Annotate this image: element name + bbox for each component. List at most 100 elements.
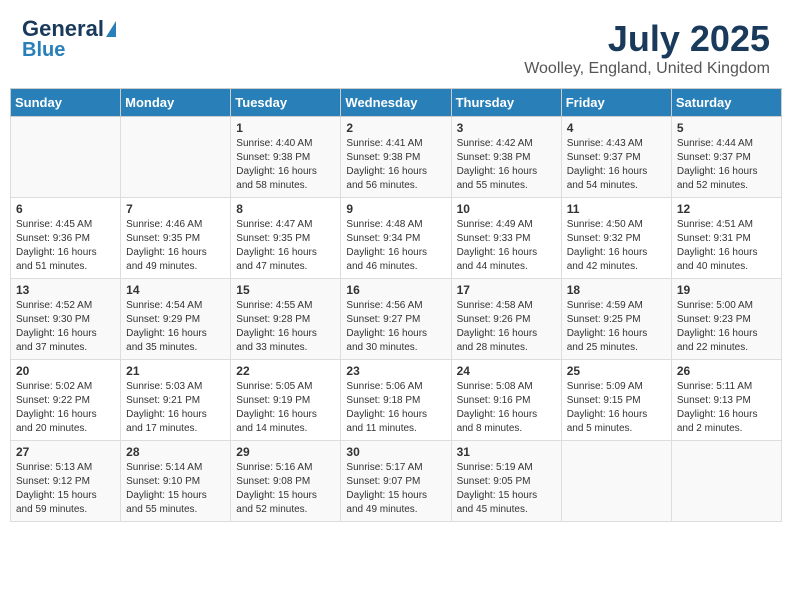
calendar-cell: 24 Sunrise: 5:08 AM Sunset: 9:16 PM Dayli…: [451, 360, 561, 441]
calendar-cell: 23Sunrise: 5:06 AM Sunset: 9:18 PM Dayli…: [341, 360, 451, 441]
calendar-subtitle: Woolley, England, United Kingdom: [524, 60, 770, 78]
calendar-cell: [561, 441, 671, 522]
day-info: Sunrise: 4:52 AM Sunset: 9:30 PM Dayligh…: [16, 299, 115, 355]
day-number: 26: [677, 364, 776, 378]
day-number: 2: [346, 121, 445, 135]
day-number: 14: [126, 283, 225, 297]
calendar-cell: 27Sunrise: 5:13 AM Sunset: 9:12 PM Dayli…: [11, 441, 121, 522]
calendar-cell: 14 Sunrise: 4:54 AM Sunset: 9:29 PM Dayli…: [121, 279, 231, 360]
calendar-cell: [11, 117, 121, 198]
calendar-day-header: Sunday: [11, 89, 121, 117]
day-info: Sunrise: 5:03 AM Sunset: 9:21 PM Dayligh…: [126, 380, 225, 436]
day-number: 11: [567, 202, 666, 216]
day-number: 31: [457, 445, 556, 459]
calendar-cell: 21Sunrise: 5:03 AM Sunset: 9:21 PM Dayli…: [121, 360, 231, 441]
calendar-cell: 13 Sunrise: 4:52 AM Sunset: 9:30 PM Dayli…: [11, 279, 121, 360]
day-info: Sunrise: 4:48 AM Sunset: 9:34 PM Dayligh…: [346, 218, 445, 274]
day-info: Sunrise: 4:50 AM Sunset: 9:32 PM Dayligh…: [567, 218, 666, 274]
calendar-cell: 17Sunrise: 4:58 AM Sunset: 9:26 PM Dayli…: [451, 279, 561, 360]
day-info: Sunrise: 4:44 AM Sunset: 9:37 PM Dayligh…: [677, 137, 776, 193]
day-info: Sunrise: 4:49 AM Sunset: 9:33 PM Dayligh…: [457, 218, 556, 274]
day-info: Sunrise: 4:40 AM Sunset: 9:38 PM Dayligh…: [236, 137, 335, 193]
day-number: 8: [236, 202, 335, 216]
calendar-cell: 25 Sunrise: 5:09 AM Sunset: 9:15 PM Dayli…: [561, 360, 671, 441]
calendar-cell: 1 Sunrise: 4:40 AM Sunset: 9:38 PM Daylig…: [231, 117, 341, 198]
day-info: Sunrise: 4:47 AM Sunset: 9:35 PM Dayligh…: [236, 218, 335, 274]
calendar-title: July 2025: [524, 18, 770, 60]
day-number: 6: [16, 202, 115, 216]
day-info: Sunrise: 5:09 AM Sunset: 9:15 PM Dayligh…: [567, 380, 666, 436]
calendar-cell: 22 Sunrise: 5:05 AM Sunset: 9:19 PM Dayli…: [231, 360, 341, 441]
day-info: Sunrise: 5:05 AM Sunset: 9:19 PM Dayligh…: [236, 380, 335, 436]
day-number: 24: [457, 364, 556, 378]
calendar-body: 1 Sunrise: 4:40 AM Sunset: 9:38 PM Daylig…: [11, 117, 782, 522]
calendar-cell: 16Sunrise: 4:56 AM Sunset: 9:27 PM Dayli…: [341, 279, 451, 360]
calendar-day-header: Thursday: [451, 89, 561, 117]
logo-triangle-icon: [106, 21, 116, 37]
day-info: Sunrise: 4:54 AM Sunset: 9:29 PM Dayligh…: [126, 299, 225, 355]
day-info: Sunrise: 5:13 AM Sunset: 9:12 PM Dayligh…: [16, 461, 115, 517]
day-info: Sunrise: 4:51 AM Sunset: 9:31 PM Dayligh…: [677, 218, 776, 274]
calendar-cell: 5 Sunrise: 4:44 AM Sunset: 9:37 PM Daylig…: [671, 117, 781, 198]
calendar-cell: 4 Sunrise: 4:43 AM Sunset: 9:37 PM Daylig…: [561, 117, 671, 198]
day-info: Sunrise: 4:41 AM Sunset: 9:38 PM Dayligh…: [346, 137, 445, 193]
calendar-day-header: Wednesday: [341, 89, 451, 117]
day-number: 28: [126, 445, 225, 459]
day-info: Sunrise: 5:19 AM Sunset: 9:05 PM Dayligh…: [457, 461, 556, 517]
day-number: 18: [567, 283, 666, 297]
logo: General Blue: [22, 18, 116, 60]
calendar-cell: 31 Sunrise: 5:19 AM Sunset: 9:05 PM Dayli…: [451, 441, 561, 522]
day-number: 7: [126, 202, 225, 216]
day-number: 3: [457, 121, 556, 135]
day-number: 1: [236, 121, 335, 135]
calendar-cell: 28 Sunrise: 5:14 AM Sunset: 9:10 PM Dayli…: [121, 441, 231, 522]
day-info: Sunrise: 5:17 AM Sunset: 9:07 PM Dayligh…: [346, 461, 445, 517]
day-info: Sunrise: 4:45 AM Sunset: 9:36 PM Dayligh…: [16, 218, 115, 274]
calendar-header-row: SundayMondayTuesdayWednesdayThursdayFrid…: [11, 89, 782, 117]
day-number: 22: [236, 364, 335, 378]
day-number: 30: [346, 445, 445, 459]
day-number: 12: [677, 202, 776, 216]
calendar-cell: 9 Sunrise: 4:48 AM Sunset: 9:34 PM Daylig…: [341, 198, 451, 279]
day-info: Sunrise: 5:16 AM Sunset: 9:08 PM Dayligh…: [236, 461, 335, 517]
day-info: Sunrise: 4:42 AM Sunset: 9:38 PM Dayligh…: [457, 137, 556, 193]
calendar-week-row: 20 Sunrise: 5:02 AM Sunset: 9:22 PM Dayli…: [11, 360, 782, 441]
calendar-cell: 26 Sunrise: 5:11 AM Sunset: 9:13 PM Dayli…: [671, 360, 781, 441]
day-number: 4: [567, 121, 666, 135]
day-info: Sunrise: 5:14 AM Sunset: 9:10 PM Dayligh…: [126, 461, 225, 517]
page-header: General Blue July 2025 Woolley, England,…: [10, 10, 782, 82]
calendar-day-header: Friday: [561, 89, 671, 117]
title-block: July 2025 Woolley, England, United Kingd…: [524, 18, 770, 78]
logo-text-blue: Blue: [22, 40, 65, 60]
calendar-cell: 3 Sunrise: 4:42 AM Sunset: 9:38 PM Daylig…: [451, 117, 561, 198]
calendar-week-row: 6 Sunrise: 4:45 AM Sunset: 9:36 PM Daylig…: [11, 198, 782, 279]
day-info: Sunrise: 4:59 AM Sunset: 9:25 PM Dayligh…: [567, 299, 666, 355]
calendar-cell: 19Sunrise: 5:00 AM Sunset: 9:23 PM Dayli…: [671, 279, 781, 360]
day-info: Sunrise: 4:56 AM Sunset: 9:27 PM Dayligh…: [346, 299, 445, 355]
day-number: 13: [16, 283, 115, 297]
calendar-cell: 8 Sunrise: 4:47 AM Sunset: 9:35 PM Daylig…: [231, 198, 341, 279]
day-number: 15: [236, 283, 335, 297]
calendar-table: SundayMondayTuesdayWednesdayThursdayFrid…: [10, 88, 782, 522]
calendar-week-row: 27Sunrise: 5:13 AM Sunset: 9:12 PM Dayli…: [11, 441, 782, 522]
day-info: Sunrise: 5:08 AM Sunset: 9:16 PM Dayligh…: [457, 380, 556, 436]
calendar-cell: 11 Sunrise: 4:50 AM Sunset: 9:32 PM Dayli…: [561, 198, 671, 279]
day-number: 25: [567, 364, 666, 378]
calendar-cell: 20 Sunrise: 5:02 AM Sunset: 9:22 PM Dayli…: [11, 360, 121, 441]
calendar-day-header: Monday: [121, 89, 231, 117]
calendar-cell: [671, 441, 781, 522]
day-number: 20: [16, 364, 115, 378]
calendar-cell: 30 Sunrise: 5:17 AM Sunset: 9:07 PM Dayli…: [341, 441, 451, 522]
day-number: 9: [346, 202, 445, 216]
day-info: Sunrise: 5:02 AM Sunset: 9:22 PM Dayligh…: [16, 380, 115, 436]
calendar-day-header: Saturday: [671, 89, 781, 117]
day-info: Sunrise: 5:11 AM Sunset: 9:13 PM Dayligh…: [677, 380, 776, 436]
calendar-cell: 18 Sunrise: 4:59 AM Sunset: 9:25 PM Dayli…: [561, 279, 671, 360]
day-info: Sunrise: 4:43 AM Sunset: 9:37 PM Dayligh…: [567, 137, 666, 193]
day-info: Sunrise: 4:55 AM Sunset: 9:28 PM Dayligh…: [236, 299, 335, 355]
day-number: 17: [457, 283, 556, 297]
day-number: 5: [677, 121, 776, 135]
calendar-cell: 10Sunrise: 4:49 AM Sunset: 9:33 PM Dayli…: [451, 198, 561, 279]
calendar-cell: 15 Sunrise: 4:55 AM Sunset: 9:28 PM Dayli…: [231, 279, 341, 360]
logo-text-general: General: [22, 18, 104, 40]
